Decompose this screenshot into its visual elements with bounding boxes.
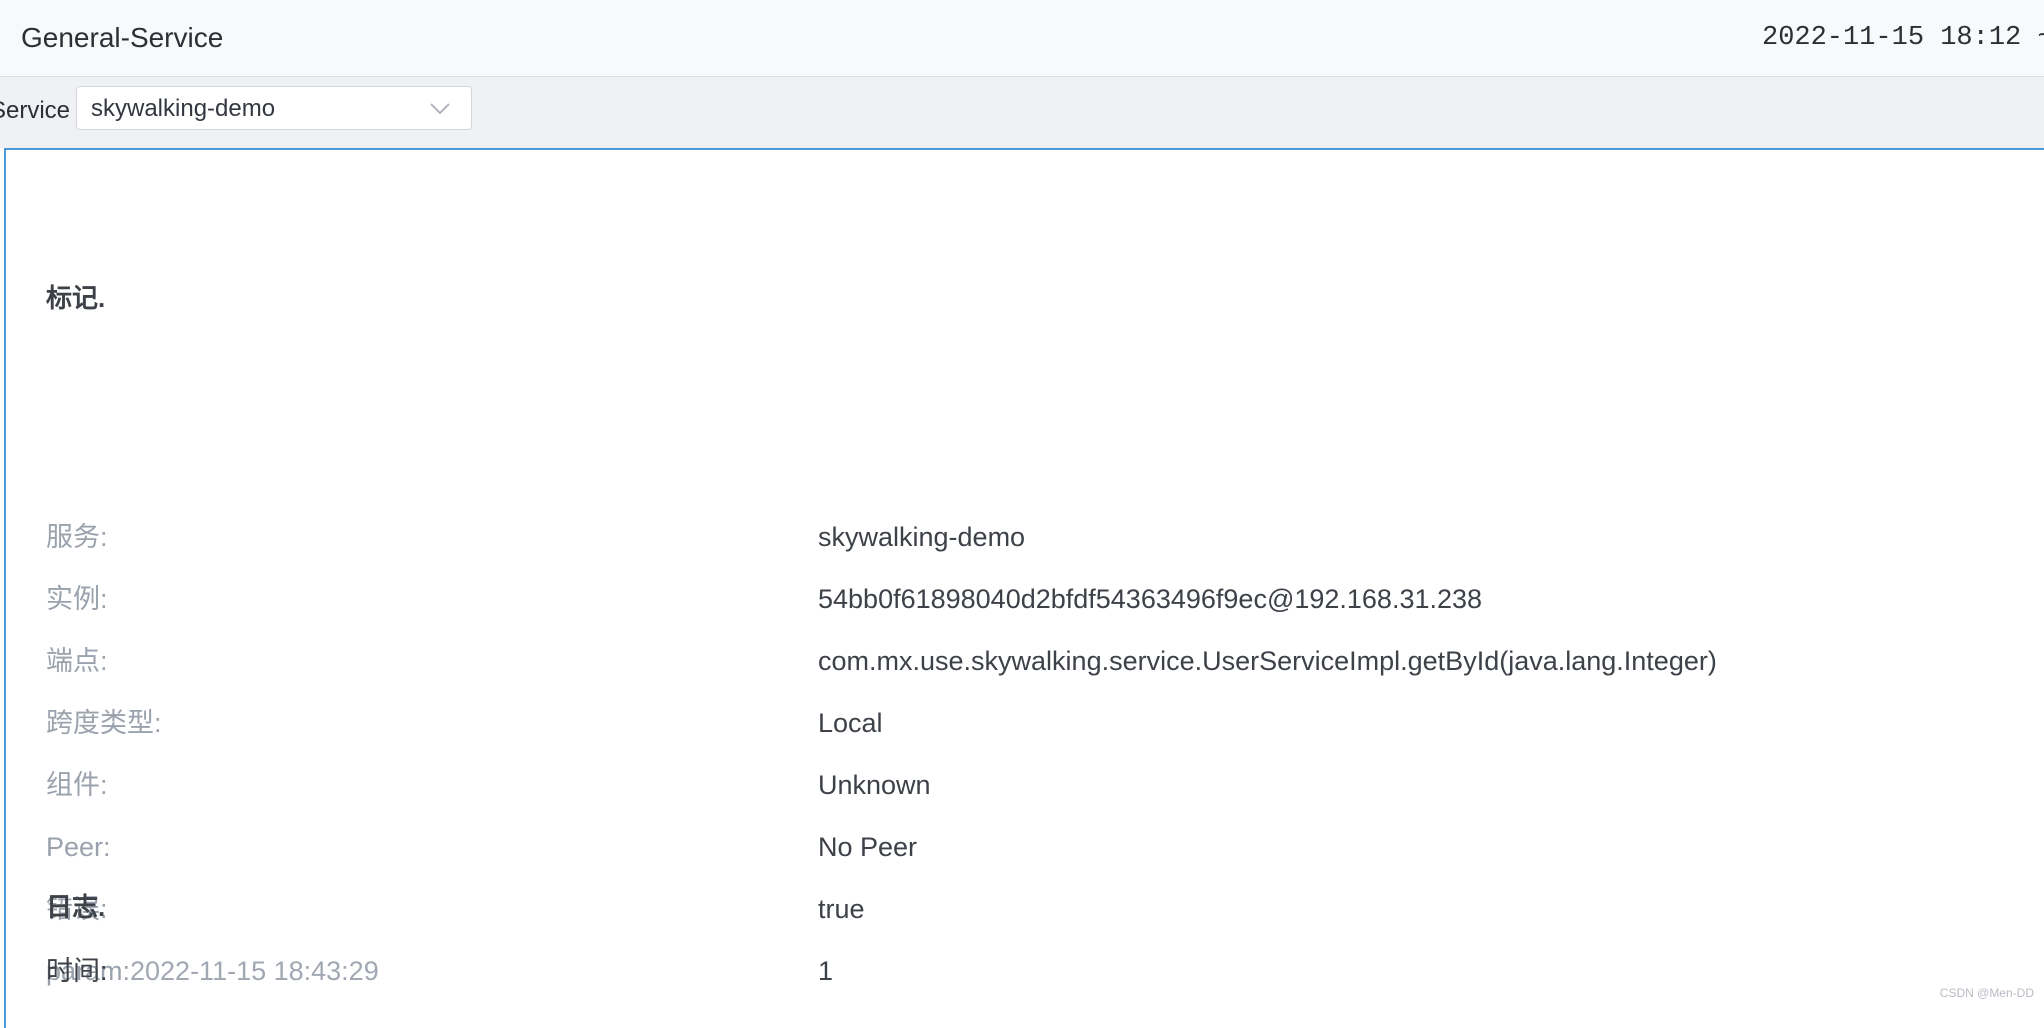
tag-label-span-type: 跨度类型:: [46, 704, 162, 742]
tag-value-instance: 54bb0f61898040d2bfdf54363496f9ec@192.168…: [818, 580, 1482, 618]
watermark: CSDN @Men-DD: [1940, 986, 2034, 1000]
service-selector-label: Service: [0, 93, 70, 129]
tag-label-peer: Peer:: [46, 828, 111, 866]
tags-heading: 标记.: [46, 280, 105, 316]
time-range-picker[interactable]: 2022-11-15 18:12 ~ 2022: [1762, 18, 2044, 58]
tag-label-instance: 实例:: [46, 580, 108, 618]
service-selector-bar: Service skywalking-demo: [0, 77, 2044, 148]
tag-value-service: skywalking-demo: [818, 518, 1025, 556]
tag-value-error: true: [818, 890, 865, 928]
service-select-value: skywalking-demo: [91, 91, 275, 127]
tag-label-component: 组件:: [46, 766, 108, 804]
span-detail-panel: 标记. 服务: skywalking-demo 实例: 54bb0f618980…: [4, 148, 2044, 1028]
log-time-label: 时间:: [46, 952, 108, 990]
tag-value-param: 1: [818, 952, 833, 990]
tag-label-service: 服务:: [46, 518, 108, 556]
top-bar: General-Service 2022-11-15 18:12 ~ 2022: [0, 0, 2044, 77]
logs-heading: 日志.: [46, 889, 105, 925]
log-time-value: 2022-11-15 18:43:29: [130, 952, 379, 990]
service-select[interactable]: skywalking-demo: [76, 86, 472, 130]
tag-value-endpoint: com.mx.use.skywalking.service.UserServic…: [818, 642, 1717, 680]
tag-value-component: Unknown: [818, 766, 931, 804]
tag-label-endpoint: 端点:: [46, 642, 108, 680]
tag-value-peer: No Peer: [818, 828, 917, 866]
tag-value-span-type: Local: [818, 704, 883, 742]
page-title: General-Service: [21, 18, 223, 58]
chevron-down-icon: [427, 95, 453, 121]
